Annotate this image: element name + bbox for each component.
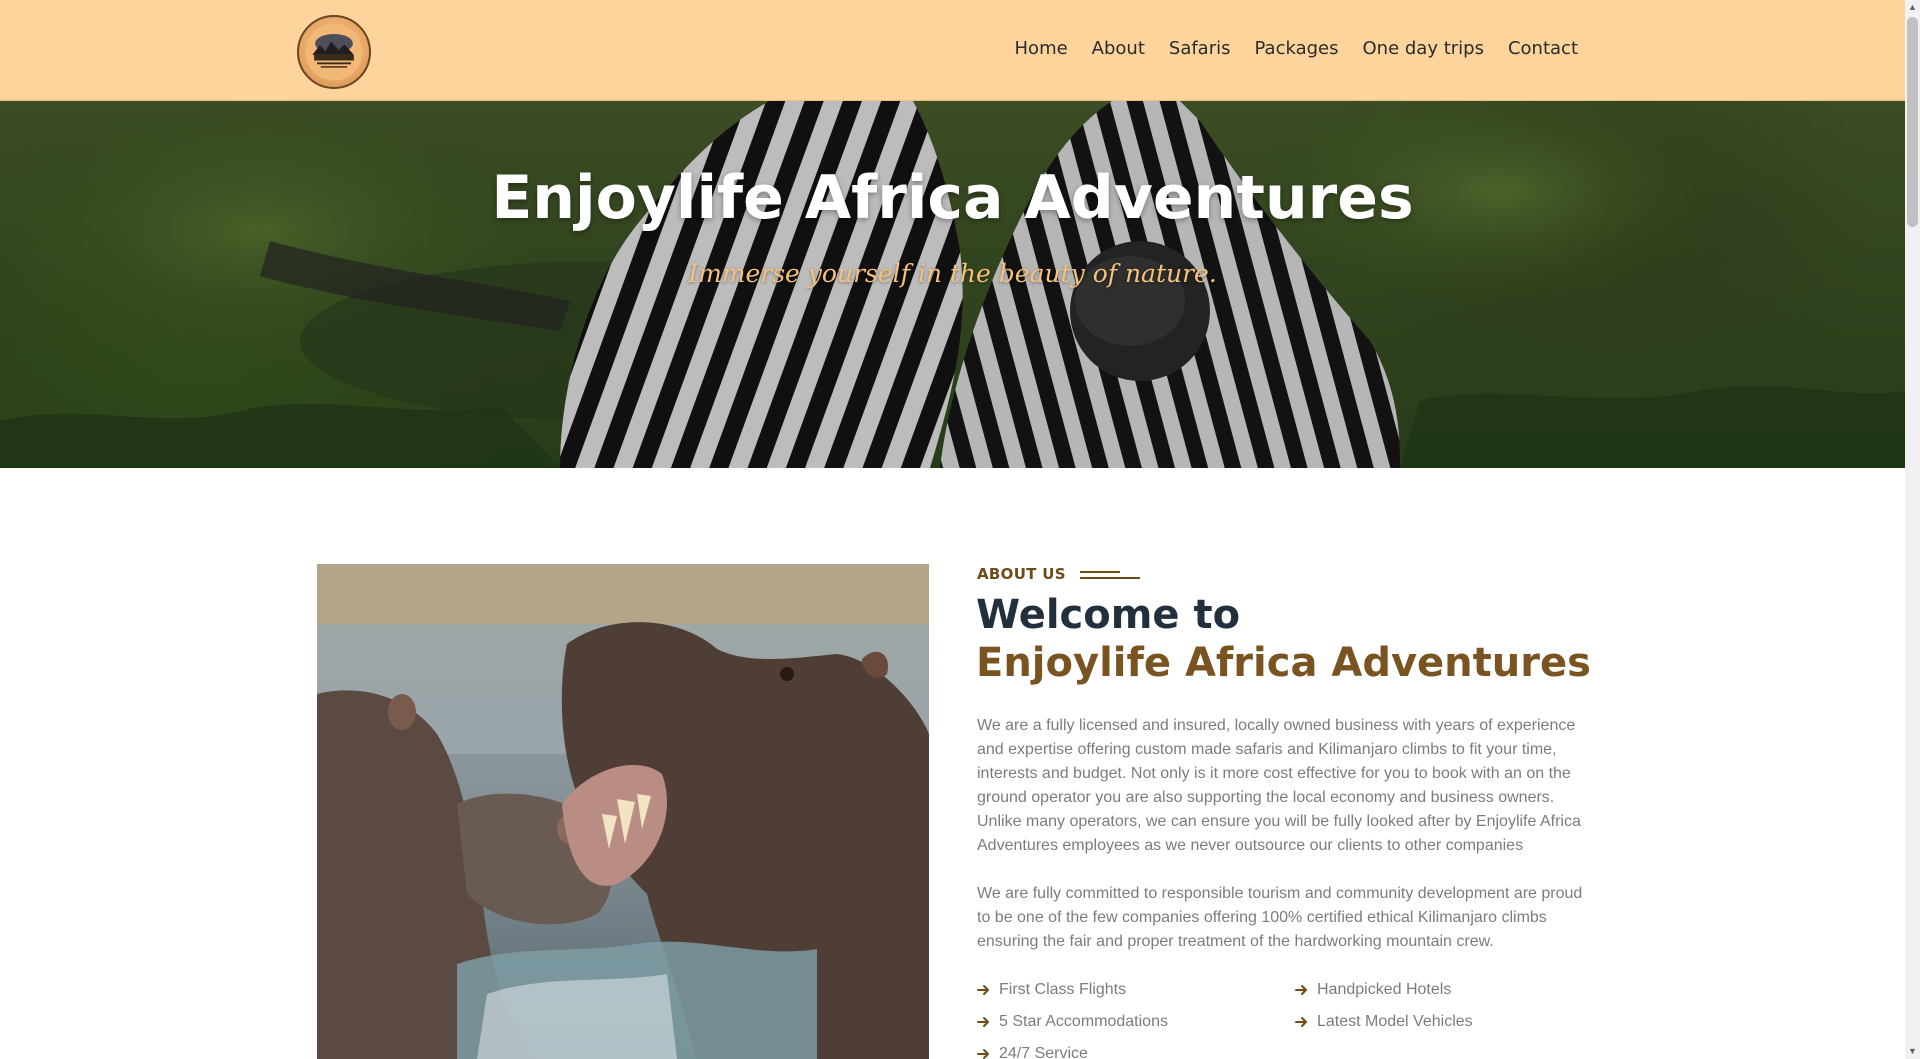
scroll-down-arrow-icon[interactable]: ▼ xyxy=(1908,1047,1917,1056)
arrow-right-icon xyxy=(977,1047,991,1059)
feature-list: First Class Flights Handpicked Hotels 5 … xyxy=(977,978,1617,1059)
nav-one-day-trips[interactable]: One day trips xyxy=(1363,38,1484,59)
feature-label: Handpicked Hotels xyxy=(1317,981,1452,998)
decorative-lines-icon xyxy=(1079,569,1140,579)
hippo-image xyxy=(317,564,929,1059)
page-scrollbar[interactable]: ▲ ▼ xyxy=(1905,0,1920,1059)
main-nav: Home About Safaris Packages One day trip… xyxy=(991,38,1578,59)
hero-subtitle: Immerse yourself in the beauty of nature… xyxy=(688,259,1217,288)
hero-banner: Enjoylife Africa Adventures Immerse your… xyxy=(0,101,1905,468)
about-label-row: ABOUT US xyxy=(977,565,1140,583)
about-paragraph-1: We are a fully licensed and insured, loc… xyxy=(977,717,1581,854)
feature-label: 5 Star Accommodations xyxy=(999,1013,1168,1030)
feature-item: Handpicked Hotels xyxy=(1295,978,1613,1002)
logo-emblem-icon xyxy=(305,23,363,81)
scrollbar-thumb[interactable] xyxy=(1907,17,1918,227)
feature-label: 24/7 Service xyxy=(999,1045,1088,1059)
nav-packages[interactable]: Packages xyxy=(1255,38,1339,59)
arrow-right-icon xyxy=(1295,983,1309,997)
about-heading-line1: Welcome to xyxy=(976,592,1241,638)
nav-contact[interactable]: Contact xyxy=(1508,38,1578,59)
nav-home[interactable]: Home xyxy=(1015,38,1068,59)
arrow-right-icon xyxy=(977,983,991,997)
site-header: Home About Safaris Packages One day trip… xyxy=(0,0,1905,101)
feature-label: Latest Model Vehicles xyxy=(1317,1013,1473,1030)
feature-item: 24/7 Service xyxy=(977,1042,1295,1059)
about-heading-line2: Enjoylife Africa Adventures xyxy=(976,640,1591,686)
scroll-up-arrow-icon[interactable]: ▲ xyxy=(1908,3,1917,12)
feature-item: Latest Model Vehicles xyxy=(1295,1010,1613,1034)
feature-label: First Class Flights xyxy=(999,981,1127,998)
feature-item: First Class Flights xyxy=(977,978,1295,1002)
feature-item: 5 Star Accommodations xyxy=(977,1010,1295,1034)
about-paragraph-2: We are fully committed to responsible to… xyxy=(977,885,1583,950)
site-logo[interactable] xyxy=(297,15,371,89)
about-label: ABOUT US xyxy=(977,565,1066,583)
nav-safaris[interactable]: Safaris xyxy=(1169,38,1231,59)
arrow-right-icon xyxy=(977,1015,991,1029)
arrow-right-icon xyxy=(1295,1015,1309,1029)
hero-title: Enjoylife Africa Adventures xyxy=(491,163,1414,233)
hippos-photo xyxy=(317,564,929,1059)
nav-about[interactable]: About xyxy=(1092,38,1145,59)
